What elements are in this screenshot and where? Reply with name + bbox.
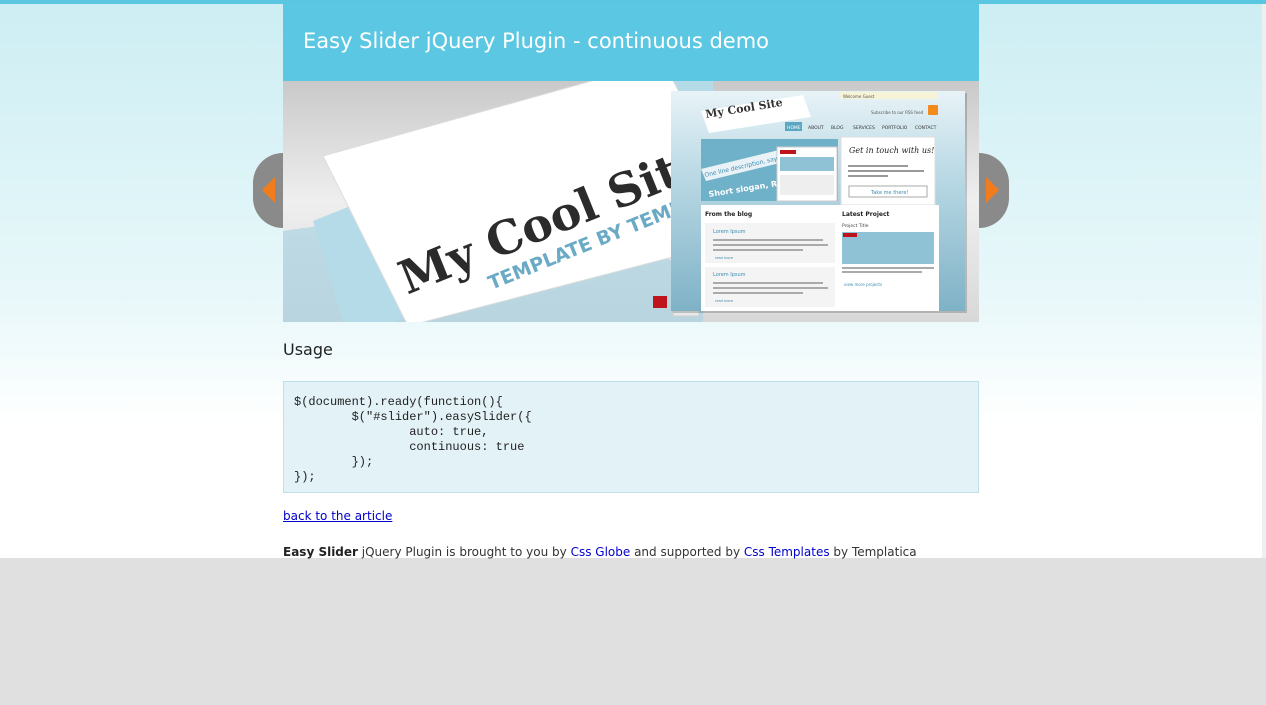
image-slider: My Cool Site TEMPLATE BY TEMPLATICA Welc… bbox=[283, 81, 979, 322]
svg-text:From the blog: From the blog bbox=[705, 211, 752, 218]
css-globe-link[interactable]: Css Globe bbox=[571, 545, 631, 559]
svg-text:view more projects: view more projects bbox=[844, 282, 882, 287]
slide-image: My Cool Site TEMPLATE BY TEMPLATICA Welc… bbox=[283, 81, 979, 322]
scrollbar[interactable] bbox=[1262, 4, 1266, 558]
svg-text:HOME: HOME bbox=[787, 125, 801, 131]
svg-text:Get in touch with us!: Get in touch with us! bbox=[849, 146, 934, 155]
arrow-left-icon bbox=[262, 177, 275, 203]
svg-text:SERVICES: SERVICES bbox=[853, 125, 875, 131]
page-title: Easy Slider jQuery Plugin - continuous d… bbox=[303, 29, 769, 53]
svg-text:ABOUT: ABOUT bbox=[808, 125, 824, 131]
svg-text:BLOG: BLOG bbox=[831, 125, 844, 131]
svg-text:Lorem Ipsum: Lorem Ipsum bbox=[713, 272, 746, 278]
credits-text: by Templatica bbox=[829, 545, 917, 559]
credits-brand: Easy Slider bbox=[283, 545, 358, 559]
credits-line: Easy Slider jQuery Plugin is brought to … bbox=[283, 545, 917, 559]
css-templates-link[interactable]: Css Templates bbox=[744, 545, 830, 559]
svg-text:Project Title: Project Title bbox=[842, 223, 869, 229]
back-to-article-link[interactable]: back to the article bbox=[283, 509, 392, 523]
empty-viewport-area bbox=[0, 558, 1266, 705]
svg-text:Take me there!: Take me there! bbox=[870, 190, 908, 196]
arrow-right-icon bbox=[986, 177, 999, 203]
svg-text:read more: read more bbox=[715, 256, 733, 260]
svg-text:read more: read more bbox=[715, 299, 733, 303]
site-preview: Welcome Guest Subscribe to our RSS feed … bbox=[671, 91, 967, 313]
svg-text:CONTACT: CONTACT bbox=[915, 125, 937, 131]
site-header: Easy Slider jQuery Plugin - continuous d… bbox=[283, 4, 979, 81]
credits-text: jQuery Plugin is brought to you by bbox=[357, 545, 571, 559]
usage-heading: Usage bbox=[283, 340, 333, 359]
svg-text:Latest Project: Latest Project bbox=[842, 211, 889, 218]
svg-text:Welcome Guest: Welcome Guest bbox=[843, 94, 875, 99]
credits-text: and supported by bbox=[630, 545, 744, 559]
svg-text:Lorem Ipsum: Lorem Ipsum bbox=[713, 229, 746, 235]
svg-text:PORTFOLIO: PORTFOLIO bbox=[882, 125, 908, 131]
code-sample: $(document).ready(function(){ $("#slider… bbox=[283, 381, 979, 493]
svg-text:Subscribe to our RSS feed: Subscribe to our RSS feed bbox=[871, 110, 924, 115]
